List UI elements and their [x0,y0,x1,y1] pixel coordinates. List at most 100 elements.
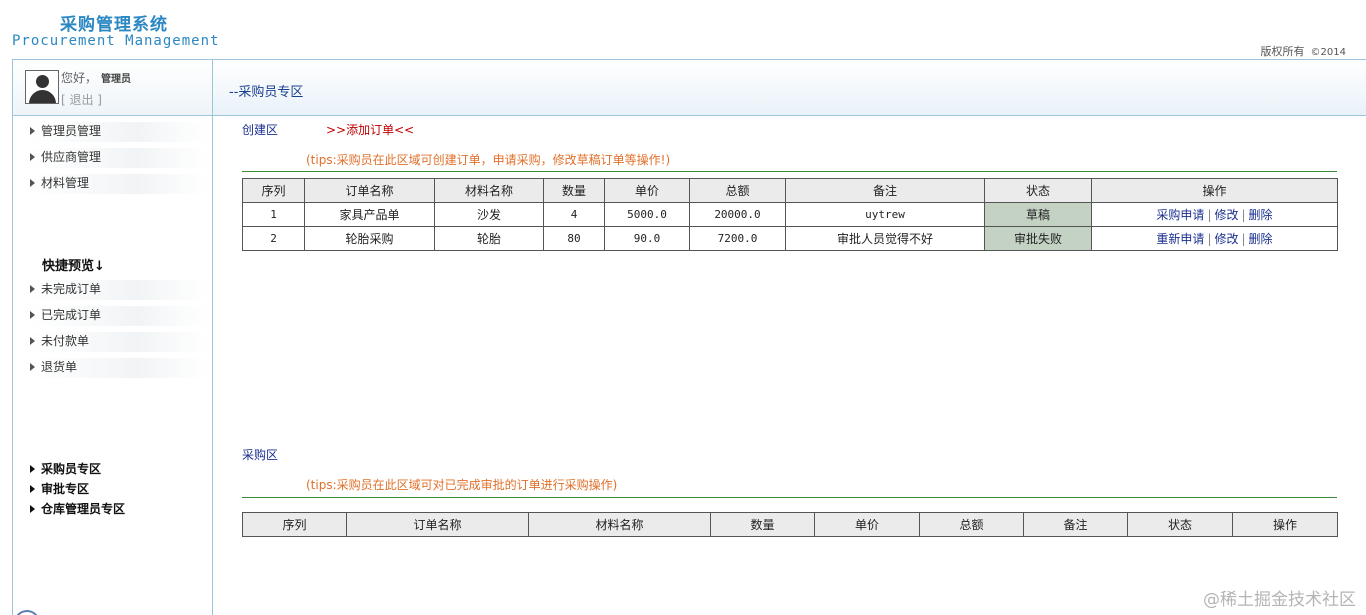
column-header: 状态 [984,178,1092,203]
cell-order-name: 家具产品单 [304,202,435,227]
column-header: 数量 [543,178,605,203]
separator: | [1207,232,1212,246]
reapply-link[interactable]: 重新申请 [1156,232,1204,246]
triangle-right-icon [30,465,35,473]
sidebar-item-unpaid-orders[interactable]: 未付款单 [30,332,208,352]
add-order-link[interactable]: >>添加订单<< [326,121,414,138]
quick-preview-title: 快捷预览↓ [42,259,105,274]
cell-order-name: 轮胎采购 [304,226,435,251]
frame-divider-left [12,59,13,615]
sidebar-item-return-orders[interactable]: 退货单 [30,358,208,378]
column-header: 数量 [710,512,815,537]
copyright: 版权所有 ©2014 [1261,43,1346,59]
sidebar-item-supplier-management[interactable]: 供应商管理 [30,148,208,168]
sidebar-zone-warehouse[interactable]: 仓库管理员专区 [30,500,125,517]
app-header: 采购管理系统 Procurement Management 版权所有 ©2014 [0,0,1366,60]
triangle-right-icon [30,485,35,493]
avatar [25,70,59,104]
watermark: @稀土掘金技术社区 [1203,590,1356,610]
cell-price: 5000.0 [604,202,690,227]
cell-qty: 4 [543,202,605,227]
sidebar-zone-label: 审批专区 [41,482,90,496]
table-header-row: 序列 订单名称 材料名称 数量 单价 总额 备注 状态 操作 [242,512,1338,537]
delete-link[interactable]: 删除 [1249,232,1273,246]
frame-divider-sidebar [212,59,213,615]
create-divider [242,171,1337,172]
cell-note: uytrew [785,202,985,227]
column-header: 单价 [604,178,690,203]
sidebar-item-label: 未付款单 [41,334,90,348]
triangle-right-icon [30,127,35,135]
cell-seq: 2 [242,226,305,251]
column-header: 订单名称 [346,512,529,537]
page-title: --采购员专区 [229,85,304,100]
sidebar-zone-purchaser[interactable]: 采购员专区 [30,460,101,477]
cell-qty: 80 [543,226,605,251]
user-name: 管理员 [101,74,132,85]
purchase-divider [242,497,1337,498]
sidebar-item-label: 未完成订单 [41,282,102,296]
cell-status: 草稿 [984,202,1092,227]
cell-status: 审批失败 [984,226,1092,251]
triangle-right-icon [30,337,35,345]
column-header: 总额 [919,512,1024,537]
copyright-year: ©2014 [1310,47,1346,58]
user-panel: 您好， 管理员 [ 退出 ] [13,60,212,116]
create-tips: (tips:采购员在此区域可创建订单，申请采购，修改草稿订单等操作!) [306,153,671,167]
page-title-bar: --采购员专区 [213,60,1366,116]
sidebar-item-label: 已完成订单 [41,308,102,322]
sidebar-item-label: 供应商管理 [41,150,102,164]
column-header: 备注 [785,178,985,203]
sidebar-item-material-management[interactable]: 材料管理 [30,174,208,194]
delete-link[interactable]: 删除 [1249,208,1273,222]
app-title-cn: 采购管理系统 [60,15,168,35]
cell-note: 审批人员觉得不好 [785,226,985,251]
triangle-right-icon [30,153,35,161]
copyright-text: 版权所有 [1260,45,1305,58]
column-header: 序列 [242,178,305,203]
triangle-right-icon [30,285,35,293]
apply-purchase-link[interactable]: 采购申请 [1156,208,1204,222]
column-header: 总额 [689,178,786,203]
sidebar-item-incomplete-orders[interactable]: 未完成订单 [30,280,208,300]
table-header-row: 序列 订单名称 材料名称 数量 单价 总额 备注 状态 操作 [242,178,1338,203]
separator: | [1241,208,1246,222]
column-header: 操作 [1091,178,1338,203]
avatar-body-shape [29,90,56,103]
column-header: 订单名称 [304,178,435,203]
column-header: 状态 [1127,512,1233,537]
cell-material: 沙发 [434,202,544,227]
table-row: 2 轮胎采购 轮胎 80 90.0 7200.0 审批人员觉得不好 审批失败 重… [242,226,1338,251]
create-orders-table: 序列 订单名称 材料名称 数量 单价 总额 备注 状态 操作 1 家具产品单 沙… [242,178,1338,251]
triangle-right-icon [30,505,35,513]
sidebar-item-completed-orders[interactable]: 已完成订单 [30,306,208,326]
triangle-right-icon [30,179,35,187]
cell-material: 轮胎 [434,226,544,251]
column-header: 材料名称 [528,512,711,537]
column-header: 序列 [242,512,347,537]
column-header: 单价 [814,512,920,537]
table-row: 1 家具产品单 沙发 4 5000.0 20000.0 uytrew 草稿 采购… [242,202,1338,227]
cell-total: 7200.0 [689,226,786,251]
logout-link[interactable]: [ 退出 ] [61,91,102,108]
sidebar-item-admin-management[interactable]: 管理员管理 [30,122,208,142]
purchase-tips: (tips:采购员在此区域可对已完成审批的订单进行采购操作) [306,478,618,492]
sidebar-item-label: 材料管理 [41,176,90,190]
sidebar-zone-label: 仓库管理员专区 [41,502,126,516]
cell-actions: 重新申请 | 修改 | 删除 [1091,226,1338,251]
avatar-head-shape [36,75,49,88]
column-header: 备注 [1023,512,1128,537]
triangle-right-icon [30,311,35,319]
column-header: 操作 [1232,512,1338,537]
greeting: 您好， 管理员 [61,69,131,86]
sidebar-item-label: 退货单 [41,360,78,374]
edit-link[interactable]: 修改 [1214,208,1238,222]
separator: | [1207,208,1212,222]
circle-icon [14,610,40,615]
sidebar-item-label: 管理员管理 [41,124,102,138]
edit-link[interactable]: 修改 [1214,232,1238,246]
column-header: 材料名称 [434,178,544,203]
purchase-section-label: 采购区 [242,448,279,462]
sidebar-zone-approval[interactable]: 审批专区 [30,480,89,497]
purchase-orders-table: 序列 订单名称 材料名称 数量 单价 总额 备注 状态 操作 [242,512,1338,537]
